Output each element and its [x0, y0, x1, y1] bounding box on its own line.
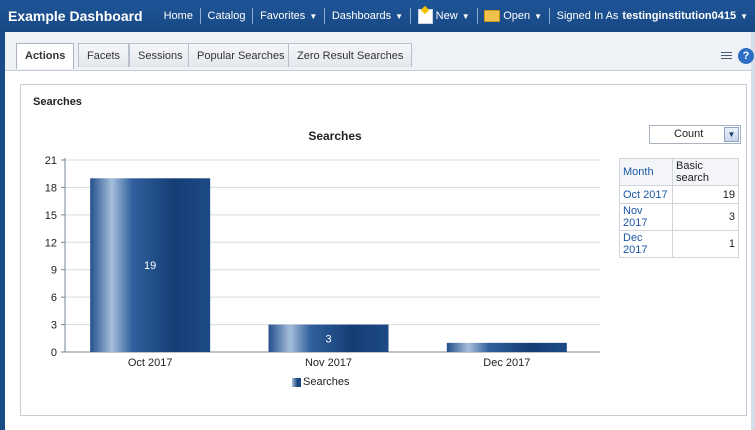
chevron-down-icon[interactable]: ▼: [724, 127, 739, 142]
y-tick-label: 0: [51, 347, 57, 359]
y-tick-label: 9: [51, 265, 57, 277]
bar: [446, 342, 567, 352]
x-tick-label: Dec 2017: [483, 357, 530, 369]
bar-data-label: 19: [144, 260, 156, 272]
month-cell[interactable]: Dec 2017: [619, 230, 673, 258]
y-tick-label: 6: [51, 292, 57, 304]
value-cell: 19: [672, 185, 739, 204]
table-row: Nov 2017 3: [619, 203, 739, 231]
month-cell[interactable]: Oct 2017: [619, 185, 673, 204]
table-row: Dec 2017 1: [619, 230, 739, 258]
y-tick-label: 12: [45, 237, 57, 249]
data-table: Month Basic search Oct 2017 19 Nov 2017 …: [619, 158, 739, 258]
y-tick-label: 3: [51, 320, 57, 332]
y-tick-label: 21: [45, 155, 57, 167]
x-tick-label: Oct 2017: [128, 357, 173, 369]
table-header-row: Month Basic search: [619, 158, 739, 186]
chart-legend: Searches: [292, 376, 349, 388]
y-tick-label: 15: [45, 210, 57, 222]
table-row: Oct 2017 19: [619, 185, 739, 204]
legend-swatch: [292, 377, 301, 387]
bar-data-label: 3: [325, 333, 331, 345]
value-cell: 1: [672, 230, 739, 258]
legend-label: Searches: [303, 376, 350, 388]
measure-select-value: Count: [674, 128, 704, 140]
column-header-month[interactable]: Month: [619, 158, 673, 186]
x-tick-label: Nov 2017: [305, 357, 352, 369]
measure-select[interactable]: Count ▼: [649, 125, 741, 144]
value-cell: 3: [672, 203, 739, 231]
month-cell[interactable]: Nov 2017: [619, 203, 673, 231]
column-header-basic-search[interactable]: Basic search: [672, 158, 739, 186]
y-tick-label: 18: [45, 182, 57, 194]
